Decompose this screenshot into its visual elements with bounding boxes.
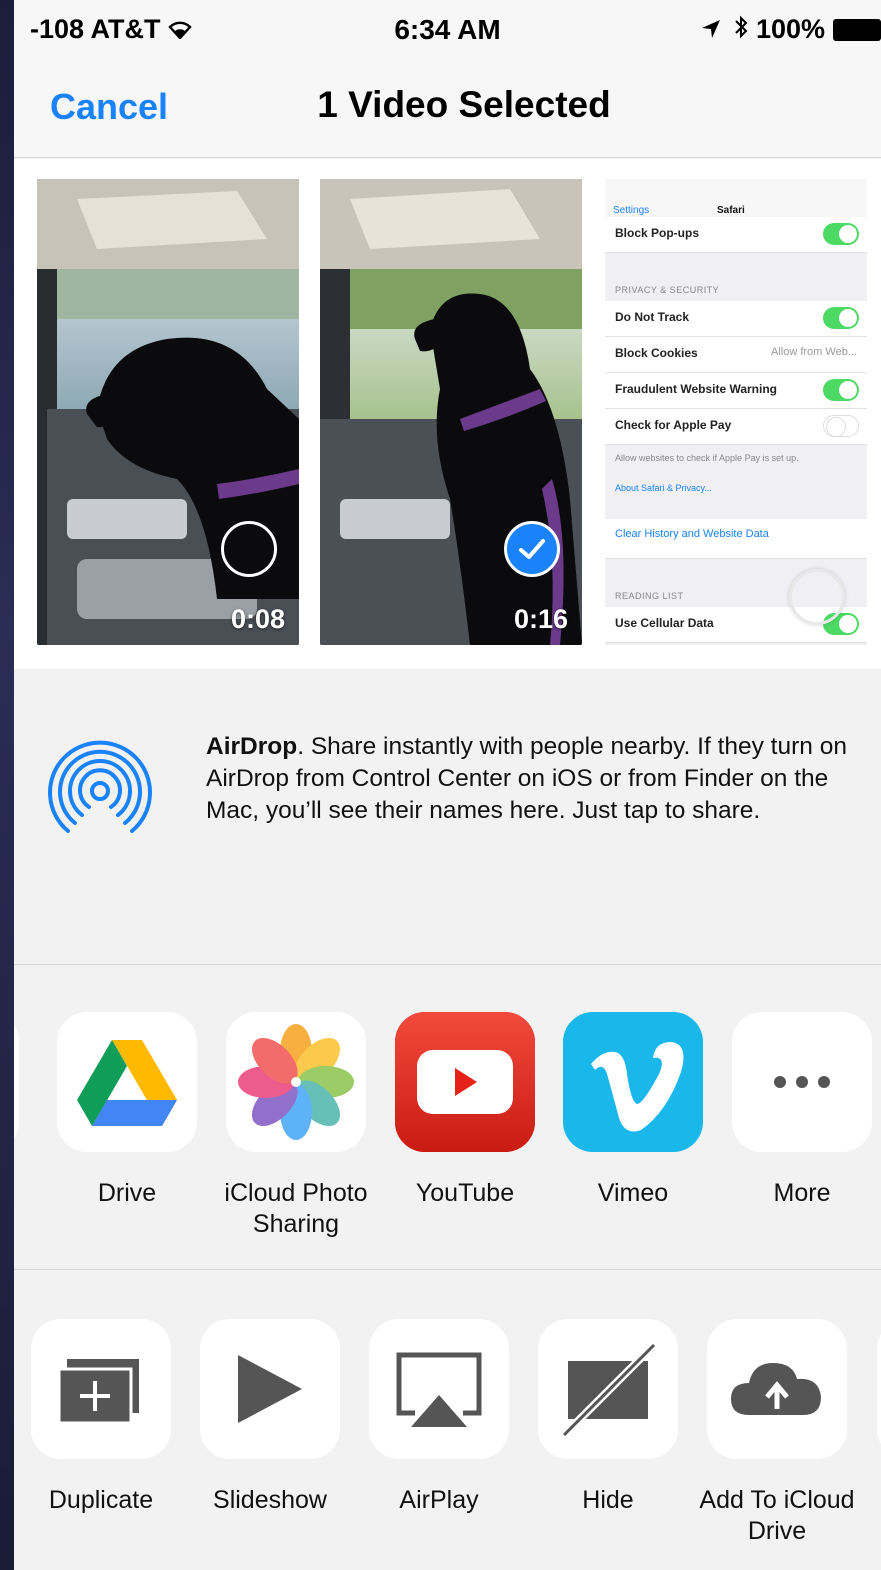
thumb-row: Block Pop-ups xyxy=(605,217,867,253)
airplay-icon xyxy=(369,1319,509,1459)
share-app-drive[interactable]: Drive xyxy=(42,1012,212,1209)
background-edge xyxy=(0,0,14,1570)
duplicate-icon xyxy=(31,1319,171,1459)
airdrop-description: AirDrop. Share instantly with people nea… xyxy=(206,731,871,827)
thumb-row: Fraudulent Website Warning xyxy=(605,373,867,409)
google-drive-icon xyxy=(57,1012,197,1152)
bluetooth-icon xyxy=(734,15,748,46)
airdrop-title: AirDrop xyxy=(206,733,298,760)
screenshot-thumb-3[interactable]: Settings Safari Block Pop-ups PRIVACY & … xyxy=(605,179,867,645)
app-label: Drive xyxy=(97,1179,157,1207)
action-label: Add To iCloud Drive xyxy=(699,1486,855,1545)
thumb-footnote: Allow websites to check if Apple Pay is … xyxy=(615,453,799,463)
select-circle[interactable] xyxy=(221,521,277,577)
vimeo-icon xyxy=(563,1012,703,1152)
page-title: 1 Video Selected xyxy=(317,84,611,125)
video-duration: 0:08 xyxy=(230,604,285,634)
app-partial[interactable] xyxy=(14,1012,34,1152)
location-icon xyxy=(701,15,721,46)
app-label: YouTube xyxy=(415,1179,515,1207)
video-thumb-2[interactable]: 0:16 xyxy=(320,179,582,645)
thumb-row: Block Cookies Allow from Web... xyxy=(605,337,867,373)
share-sheet: -108 AT&T 6:34 AM 100% Cancel 1 Video Se… xyxy=(14,0,881,1570)
photos-icon xyxy=(226,1012,366,1152)
action-add-to-icloud-drive[interactable]: Add To iCloud Drive xyxy=(692,1319,862,1547)
hide-icon xyxy=(538,1319,678,1459)
thumb-row: Check for Apple Pay xyxy=(605,409,867,445)
share-apps-row: Drive iCloud Photo Sharing YouTube Vimeo… xyxy=(14,966,881,1270)
action-label: Duplicate xyxy=(48,1486,154,1514)
action-airplay[interactable]: AirPlay xyxy=(354,1319,524,1516)
dog-photo-image xyxy=(37,179,299,645)
airdrop-icon xyxy=(38,727,162,851)
battery-percent: 100% xyxy=(755,14,825,44)
share-app-vimeo[interactable]: Vimeo xyxy=(548,1012,718,1209)
action-label: AirPlay xyxy=(399,1486,479,1514)
video-thumb-1[interactable]: 0:08 xyxy=(37,179,299,645)
thumb-title: Safari xyxy=(717,205,745,216)
video-duration: 0:16 xyxy=(513,604,568,634)
share-app-youtube[interactable]: YouTube xyxy=(380,1012,550,1209)
action-hide[interactable]: Hide xyxy=(523,1319,693,1516)
selected-check[interactable] xyxy=(504,521,560,577)
status-right: 100% xyxy=(701,14,825,46)
more-icon xyxy=(732,1012,872,1152)
app-label: iCloud Photo Sharing xyxy=(224,1179,368,1238)
thumb-back: Settings xyxy=(613,205,650,216)
dog-photo-image xyxy=(320,179,582,645)
share-app-more[interactable]: More xyxy=(717,1012,881,1209)
youtube-icon xyxy=(395,1012,535,1152)
checkmark-icon xyxy=(519,539,545,559)
select-circle[interactable] xyxy=(789,569,845,625)
actions-row: Duplicate Slideshow AirPlay Hide Add To … xyxy=(14,1271,881,1570)
thumb-section-header: PRIVACY & SECURITY xyxy=(615,285,720,295)
app-label: Vimeo xyxy=(597,1179,669,1207)
play-icon xyxy=(200,1319,340,1459)
app-label: More xyxy=(773,1179,831,1207)
share-app-icloud-photo-sharing[interactable]: iCloud Photo Sharing xyxy=(211,1012,381,1240)
cloud-upload-icon xyxy=(707,1319,847,1459)
airdrop-body: . Share instantly with people nearby. If… xyxy=(206,733,847,824)
action-duplicate[interactable]: Duplicate xyxy=(16,1319,186,1516)
action-partial[interactable] xyxy=(862,1319,881,1459)
nav-bar: Cancel 1 Video Selected xyxy=(14,58,881,158)
action-slideshow[interactable]: Slideshow xyxy=(185,1319,355,1516)
status-bar: -108 AT&T 6:34 AM 100% xyxy=(14,0,881,58)
action-label: Slideshow xyxy=(213,1486,327,1514)
thumb-link: About Safari & Privacy... xyxy=(615,483,712,493)
thumb-row: Do Not Track xyxy=(605,301,867,337)
battery-icon xyxy=(833,19,881,41)
photo-picker-strip[interactable]: 0:08 0:16 Settings Safari Block Pop-ups … xyxy=(14,159,881,669)
thumb-row: Clear History and Website Data xyxy=(605,519,867,559)
airdrop-section: AirDrop. Share instantly with people nea… xyxy=(14,669,881,965)
thumb-section-header: READING LIST xyxy=(615,591,684,601)
action-label: Hide xyxy=(582,1486,634,1514)
